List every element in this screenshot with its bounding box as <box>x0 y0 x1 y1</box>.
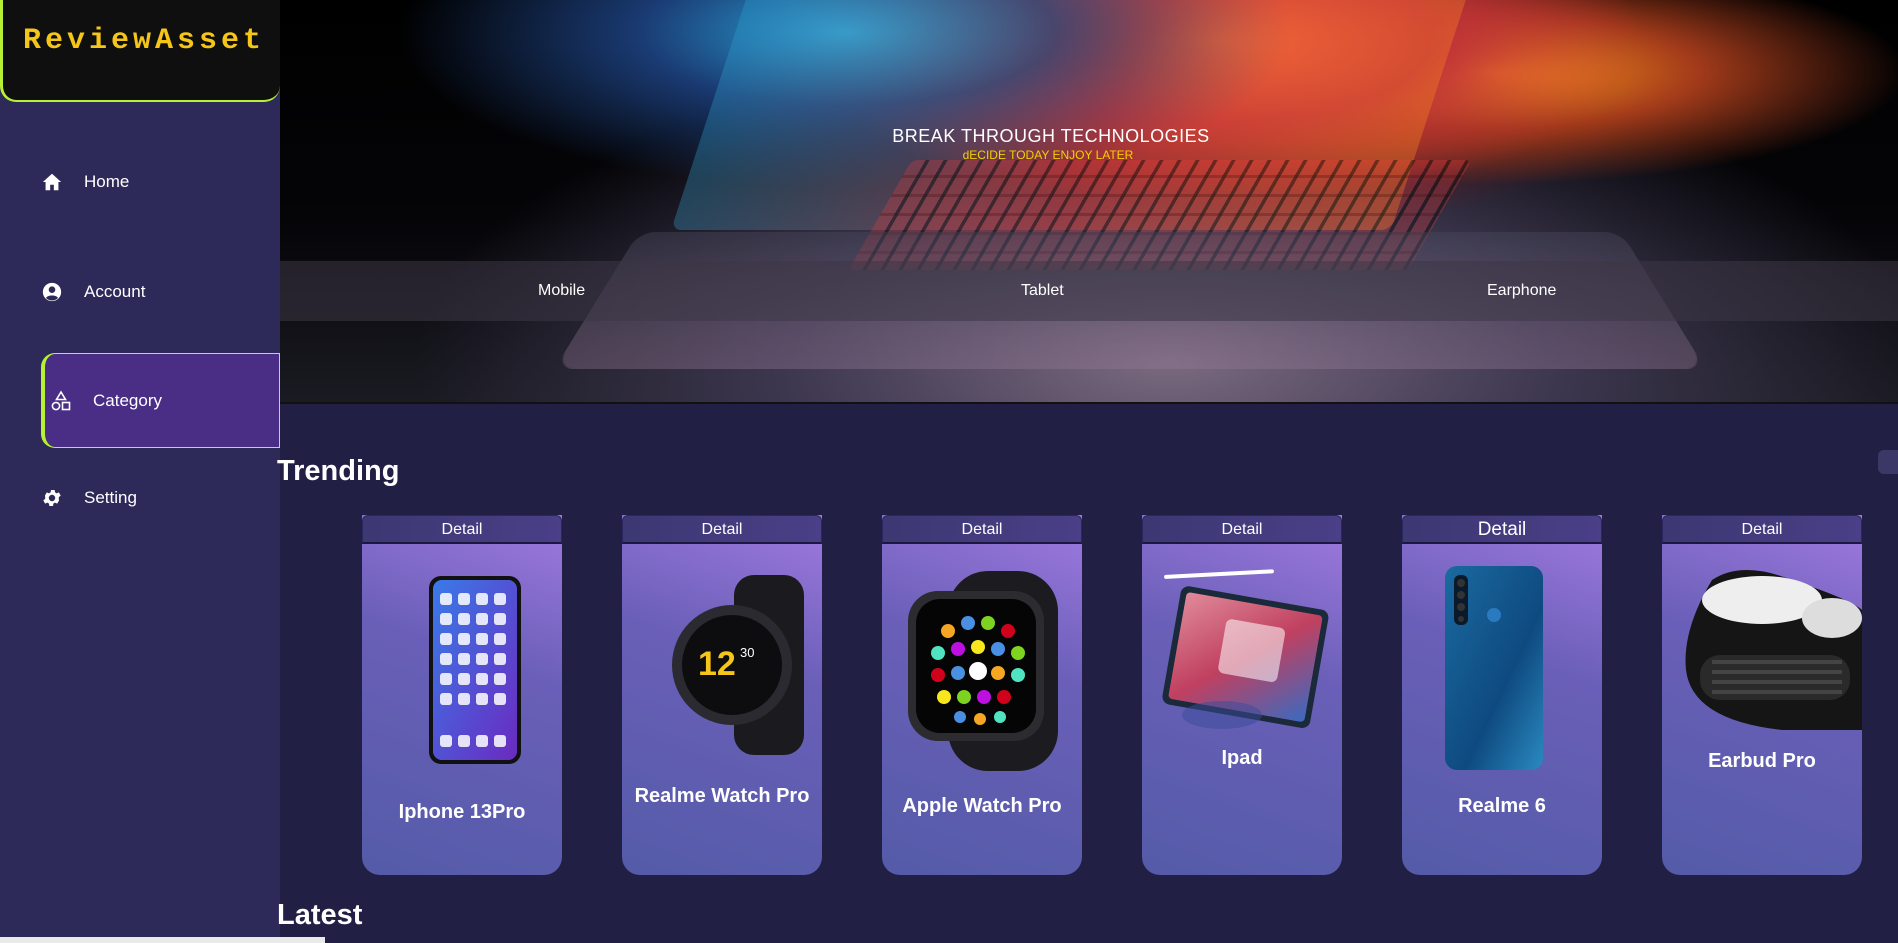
hero-title: BREAK THROUGH TECHNOLOGIES <box>892 126 1210 146</box>
ipad-image <box>1162 569 1329 729</box>
product-card[interactable]: Detail Ipad <box>1142 515 1342 875</box>
logo-text: ReviewAsset <box>23 24 266 58</box>
product-card[interactable]: Detail Earbud Pro <box>1662 515 1862 875</box>
detail-button[interactable]: Detail <box>362 515 562 544</box>
sidebar-item-category[interactable]: Category <box>41 353 280 448</box>
logo[interactable]: ReviewAsset <box>0 0 280 102</box>
category-bar: Mobile Tablet Earphone <box>280 261 1898 321</box>
sidebar-item-account[interactable]: Account <box>40 262 280 322</box>
product-card[interactable]: Detail Realme 6 <box>1402 515 1602 875</box>
category-link-mobile[interactable]: Mobile <box>538 282 585 300</box>
svg-text:30: 30 <box>740 645 754 660</box>
svg-text:12: 12 <box>698 645 736 683</box>
sidebar: ReviewAsset Home Account Category Settin… <box>0 0 280 943</box>
sidebar-item-label: Account <box>84 282 146 301</box>
sidebar-item-label: Setting <box>84 488 137 507</box>
sidebar-item-home[interactable]: Home <box>40 152 280 212</box>
product-name: Realme Watch Pro <box>634 785 810 807</box>
detail-button[interactable]: Detail <box>1402 515 1602 544</box>
detail-button[interactable]: Detail <box>622 515 822 544</box>
sidebar-item-label: Home <box>84 172 130 191</box>
realme-6-image <box>1445 566 1543 770</box>
hero-subtitle: dECIDE TODAY ENJOY LATER <box>962 148 1134 162</box>
sidebar-item-label: Category <box>93 390 162 410</box>
iphone-image <box>429 576 521 764</box>
gear-icon <box>40 486 64 510</box>
account-icon <box>40 280 64 304</box>
category-link-tablet[interactable]: Tablet <box>1021 282 1064 300</box>
category-shapes-icon <box>49 389 73 413</box>
section-title-trending: Trending <box>277 455 400 487</box>
sidebar-item-setting[interactable]: Setting <box>40 468 280 528</box>
detail-button[interactable]: Detail <box>1142 515 1342 544</box>
detail-button[interactable]: Detail <box>1662 515 1862 544</box>
product-card[interactable]: Detail Iphone 13Pro <box>362 515 562 875</box>
detail-button[interactable]: Detail <box>882 515 1082 544</box>
hero-banner: BREAK THROUGH TECHNOLOGIES dECIDE TODAY … <box>280 0 1898 404</box>
product-name: Ipad <box>1221 747 1263 769</box>
product-card[interactable]: Detail Apple Watch Pro <box>882 515 1082 875</box>
product-name: Realme 6 <box>1458 795 1546 817</box>
home-icon <box>40 170 64 194</box>
product-name: Iphone 13Pro <box>398 801 526 823</box>
realme-watch-image: 12 30 <box>672 575 804 755</box>
category-link-earphone[interactable]: Earphone <box>1487 282 1556 300</box>
horizontal-scrollbar[interactable] <box>0 937 325 943</box>
product-name: Earbud Pro <box>1708 750 1816 772</box>
product-card[interactable]: Detail 12 30 Realme Watch Pro <box>622 515 822 875</box>
side-toggle-button[interactable] <box>1878 450 1898 474</box>
section-title-latest: Latest <box>277 899 363 931</box>
earbud-case-image <box>1685 570 1862 730</box>
product-name: Apple Watch Pro <box>902 795 1062 817</box>
apple-watch-image <box>908 571 1058 771</box>
